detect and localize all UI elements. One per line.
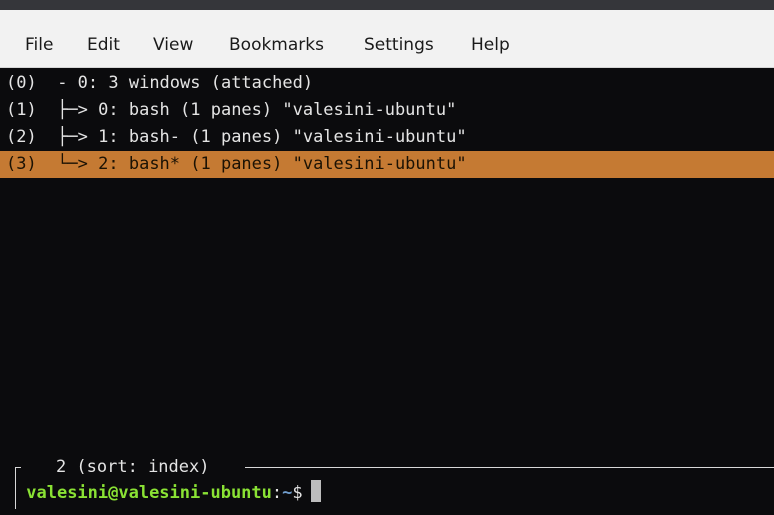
tree-row-session[interactable]: (0) - 0: 3 windows (attached) [6, 70, 313, 97]
prompt-symbol: $ [292, 483, 303, 503]
tree-row-connector: └─> [36, 154, 99, 174]
status-text: 2 (sort: index) [55, 457, 210, 477]
prompt-user-host: valesini@valesini-ubuntu [26, 483, 272, 503]
tree-row-index: (1) [6, 100, 37, 120]
titlebar [0, 0, 774, 10]
tree-row-connector: - [36, 73, 78, 93]
status-border-rule [245, 467, 774, 468]
menu-file[interactable]: File [25, 34, 53, 56]
text-cursor [310, 480, 321, 502]
tree-row-text: 0: bash (1 panes) "valesini-ubuntu" [98, 100, 457, 120]
tree-row-window-2-selected[interactable]: (3) └─> 2: bash* (1 panes) "valesini-ubu… [6, 151, 467, 178]
prompt-separator: : [271, 483, 283, 503]
tree-row-index: (3) [6, 154, 37, 174]
terminal-area[interactable]: (0) - 0: 3 windows (attached) (1) ├─> 0:… [0, 68, 774, 515]
menu-settings[interactable]: Settings [364, 34, 434, 56]
tree-row-index: (0) [6, 73, 37, 93]
konsole-window: File Edit View Bookmarks Settings Help (… [0, 0, 774, 515]
shell-prompt[interactable]: valesini@valesini-ubuntu:~$ [16, 480, 321, 507]
tree-row-index: (2) [6, 127, 37, 147]
tree-row-connector: ├─> [36, 100, 99, 120]
tree-row-window-0[interactable]: (1) ├─> 0: bash (1 panes) "valesini-ubun… [6, 97, 456, 124]
menu-help[interactable]: Help [471, 34, 510, 56]
menu-bookmarks[interactable]: Bookmarks [229, 34, 324, 56]
tree-row-window-1[interactable]: (2) ├─> 1: bash- (1 panes) "valesini-ubu… [6, 124, 467, 151]
menu-bar: File Edit View Bookmarks Settings Help [0, 10, 774, 68]
prompt-path: ~ [282, 483, 293, 503]
menu-edit[interactable]: Edit [87, 34, 120, 56]
tree-row-text: 1: bash- (1 panes) "valesini-ubuntu" [98, 127, 467, 147]
tree-row-connector: ├─> [36, 127, 99, 147]
tree-row-text: 0: 3 windows (attached) [77, 73, 314, 93]
tree-row-text: 2: bash* (1 panes) "valesini-ubuntu" [98, 154, 467, 174]
menu-view[interactable]: View [153, 34, 193, 56]
